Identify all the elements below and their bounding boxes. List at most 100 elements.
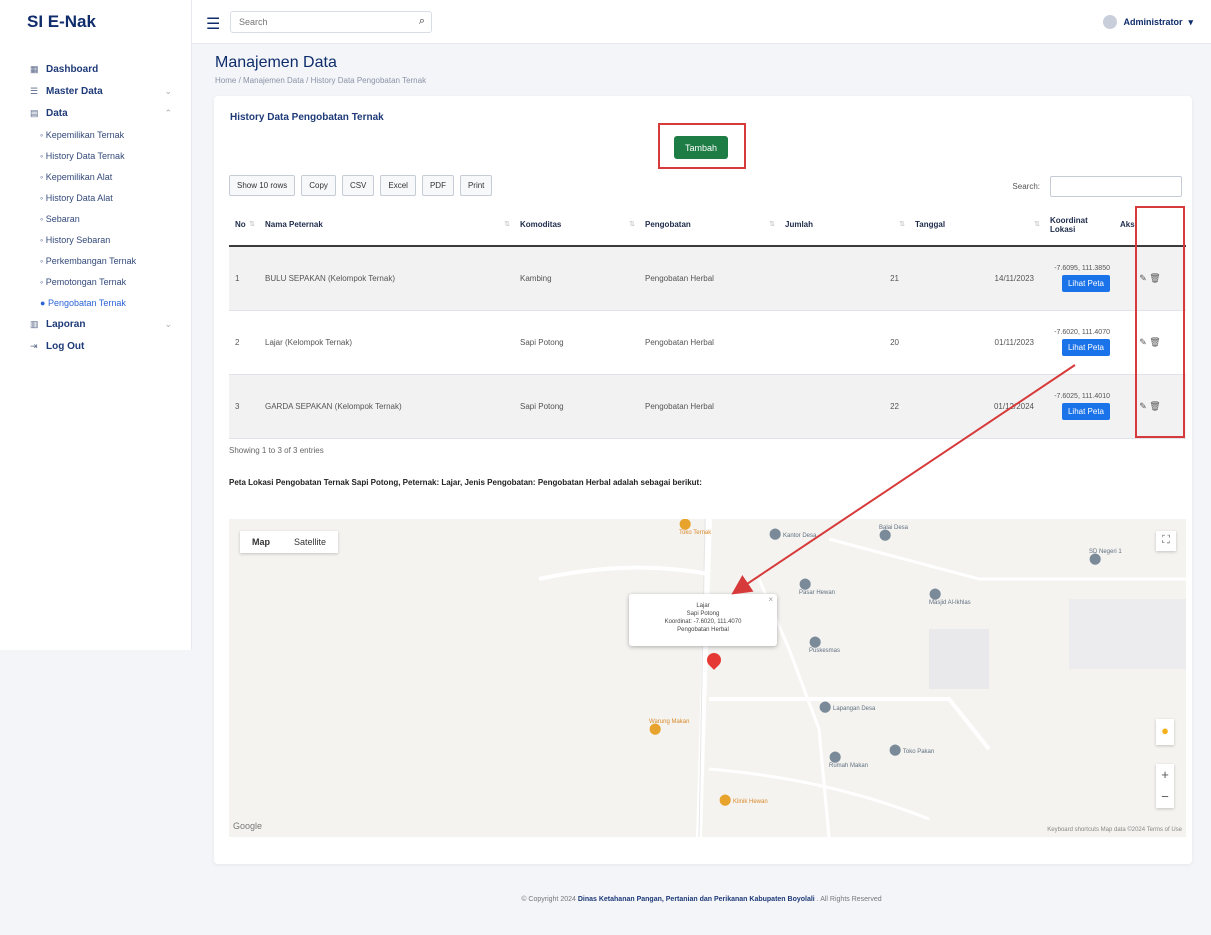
column-header-tanggal[interactable]: Tanggal ⇅ xyxy=(909,204,1044,247)
zoom-in-button[interactable]: + xyxy=(1156,764,1174,786)
sidebar-subitem-perkembangan[interactable]: ◦ Perkembangan Ternak xyxy=(0,250,192,271)
page-title: Manajemen Data xyxy=(215,54,337,71)
tab-satellite[interactable]: Satellite xyxy=(282,531,338,553)
coordinate-text: -7.6025, 111.4010 xyxy=(1054,393,1110,400)
map-poi[interactable]: ⬤ Pasar Hewan xyxy=(799,578,835,597)
coordinate-text: -7.6020, 111.4070 xyxy=(1054,329,1110,336)
sidebar-subitem-pengobatan[interactable]: ● Pengobatan Ternak xyxy=(0,292,192,313)
search-input[interactable] xyxy=(231,12,401,32)
column-header-nama[interactable]: Nama Peternak ⇅ xyxy=(259,204,514,247)
page-length-button[interactable]: Show 10 rows xyxy=(229,175,296,196)
map-poi[interactable]: ⬤ Lapangan Desa xyxy=(819,701,875,713)
footer-org[interactable]: Dinas Ketahanan Pangan, Pertanian dan Pe… xyxy=(578,896,815,903)
cell-no: 2 xyxy=(229,310,259,375)
search-icon[interactable]: ⌕ xyxy=(419,15,425,28)
sidebar-subitem-kepemilikan-ternak[interactable]: ◦ Kepemilikan Ternak xyxy=(0,124,192,145)
map-poi[interactable]: Balai Desa ⬤ xyxy=(879,525,908,541)
cell-pengobatan: Pengobatan Herbal xyxy=(639,310,779,375)
sidebar-subitem-pemotongan[interactable]: ◦ Pemotongan Ternak xyxy=(0,271,192,292)
view-map-button[interactable]: Lihat Peta xyxy=(1061,403,1110,420)
sidebar-subitem-label: History Data Alat xyxy=(45,192,113,203)
street-view-icon[interactable]: ● xyxy=(1156,719,1174,745)
column-header-komoditas[interactable]: Komoditas ⇅ xyxy=(514,204,639,247)
close-icon[interactable]: × xyxy=(768,596,773,604)
map-poi[interactable]: ⬤ Toko Ternak xyxy=(679,519,711,537)
sidebar-subitem-history-sebaran[interactable]: ◦ History Sebaran xyxy=(0,229,192,250)
sidebar-subitem-history-ternak[interactable]: ◦ History Data Ternak xyxy=(0,145,192,166)
chevron-down-icon: ⌄ xyxy=(164,318,172,329)
table-row: 3 GARDA SEPAKAN (Kelompok Ternak) Sapi P… xyxy=(229,374,1186,439)
info-coordinate: Koordinat: -7.6020, 111.4070 xyxy=(664,619,742,625)
tab-map[interactable]: Map xyxy=(240,531,282,553)
excel-button[interactable]: Excel xyxy=(380,175,416,196)
sidebar-item-dashboard[interactable]: ▦ Dashboard xyxy=(0,58,192,80)
csv-button[interactable]: CSV xyxy=(341,175,375,196)
cell-pengobatan: Pengobatan Herbal xyxy=(639,246,779,311)
grid-icon: ▦ xyxy=(30,63,39,74)
info-treatment: Pengobatan Herbal xyxy=(677,627,729,633)
sidebar-subitem-label: Pengobatan Ternak xyxy=(47,297,126,308)
sidebar-item-logout[interactable]: ⇥ Log Out xyxy=(0,335,192,357)
sidebar-subitem-kepemilikan-alat[interactable]: ◦ Kepemilikan Alat xyxy=(0,166,192,187)
column-header-koordinat[interactable]: Koordinat Lokasi xyxy=(1044,204,1114,247)
logout-icon: ⇥ xyxy=(30,340,38,351)
map-pin-icon: ⬤ xyxy=(879,529,892,541)
map-attribution[interactable]: Keyboard shortcuts Map data ©2024 Terms … xyxy=(1047,827,1182,833)
fullscreen-icon[interactable]: ⛶ xyxy=(1156,531,1176,551)
map-pin-icon: ⬤ xyxy=(679,519,692,530)
column-header-pengobatan[interactable]: Pengobatan ⇅ xyxy=(639,204,779,247)
cell-nama: Lajar (Kelompok Ternak) xyxy=(259,310,514,375)
add-button[interactable]: Tambah xyxy=(674,136,728,159)
avatar xyxy=(1103,15,1118,29)
map-poi[interactable]: ⬤ Masjid Al-Ikhlas xyxy=(929,589,971,607)
map-poi[interactable]: ⬤ Rumah Makan xyxy=(829,752,868,770)
pdf-button[interactable]: PDF xyxy=(421,175,454,196)
view-map-button[interactable]: Lihat Peta xyxy=(1061,275,1110,293)
sidebar-subitem-label: Sebaran xyxy=(45,213,80,224)
sort-icon: ⇅ xyxy=(504,221,510,228)
table-row: 2 Lajar (Kelompok Ternak) Sapi Potong Pe… xyxy=(229,310,1186,375)
chevron-up-icon: ⌃ xyxy=(164,107,172,118)
print-button[interactable]: Print xyxy=(459,175,493,196)
map-caption: Peta Lokasi Pengobatan Ternak Sapi Poton… xyxy=(229,478,702,487)
map-poi[interactable]: Warung Makan ⬤ xyxy=(649,719,689,735)
view-map-button[interactable]: Lihat Peta xyxy=(1061,339,1110,356)
sidebar-item-data[interactable]: ▤ Data ⌃ xyxy=(0,102,192,124)
footer: © Copyright 2024 Dinas Ketahanan Pangan,… xyxy=(192,896,1211,903)
sidebar-subitem-sebaran[interactable]: ◦ Sebaran xyxy=(0,208,192,229)
map-pin-icon: ⬤ xyxy=(769,528,782,540)
column-header-jumlah[interactable]: Jumlah ⇅ xyxy=(779,204,909,247)
sidebar-item-laporan[interactable]: ▥ Laporan ⌄ xyxy=(0,313,192,335)
location-map[interactable]: Map Satellite ⛶ ⬤ Toko Ternak ⬤ Kantor De… xyxy=(229,519,1186,837)
user-menu[interactable]: Administrator ▾ xyxy=(1103,15,1193,29)
copy-button[interactable]: Copy xyxy=(301,175,336,196)
sidebar-nav: ▦ Dashboard ☰ Master Data ⌄ ▤ Data ⌃ ◦ K… xyxy=(0,58,192,357)
chevron-down-icon: ⌄ xyxy=(164,85,172,96)
map-poi[interactable]: SD Negeri 1 ⬤ xyxy=(1089,549,1122,565)
sidebar-item-master-data[interactable]: ☰ Master Data ⌄ xyxy=(0,80,192,102)
map-poi[interactable]: ⬤ Puskesmas xyxy=(809,637,840,655)
zoom-out-button[interactable]: − xyxy=(1156,786,1174,808)
map-info-window: × Lajar Sapi Potong Koordinat: -7.6020, … xyxy=(629,594,777,646)
sidebar-subitem-history-alat[interactable]: ◦ History Data Alat xyxy=(0,187,192,208)
column-header-no[interactable]: No ⇅ xyxy=(229,204,259,247)
sidebar-item-label: Master Data xyxy=(46,85,103,97)
table-info: Showing 1 to 3 of 3 entries xyxy=(229,446,324,455)
map-pin-icon: ⬤ xyxy=(819,701,832,713)
hamburger-icon[interactable]: ☰ xyxy=(206,14,220,34)
cell-jumlah: 20 xyxy=(779,310,909,375)
map-pin-icon: ⬤ xyxy=(799,578,812,590)
table-row: 1 BULU SEPAKAN (Kelompok Ternak) Kambing… xyxy=(229,246,1186,311)
map-poi[interactable]: ⬤ Kantor Desa xyxy=(769,528,816,540)
map-poi[interactable]: ⬤ Klinik Hewan xyxy=(719,795,768,806)
cell-komoditas: Sapi Potong xyxy=(514,374,639,439)
map-pin-icon: ⬤ xyxy=(649,723,662,735)
cell-koordinat: -7.6025, 111.4010 Lihat Peta xyxy=(1044,374,1114,439)
top-bar: ☰ ⌕ Administrator ▾ xyxy=(192,0,1211,44)
sidebar-subitem-label: History Sebaran xyxy=(45,234,111,245)
map-poi[interactable]: ⬤ Toko Pakan xyxy=(889,745,934,756)
table-search-input[interactable] xyxy=(1050,176,1182,197)
user-name: Administrator xyxy=(1123,17,1183,27)
annotation-box xyxy=(1135,206,1185,438)
brand-logo[interactable]: SI E-Nak xyxy=(0,0,192,44)
